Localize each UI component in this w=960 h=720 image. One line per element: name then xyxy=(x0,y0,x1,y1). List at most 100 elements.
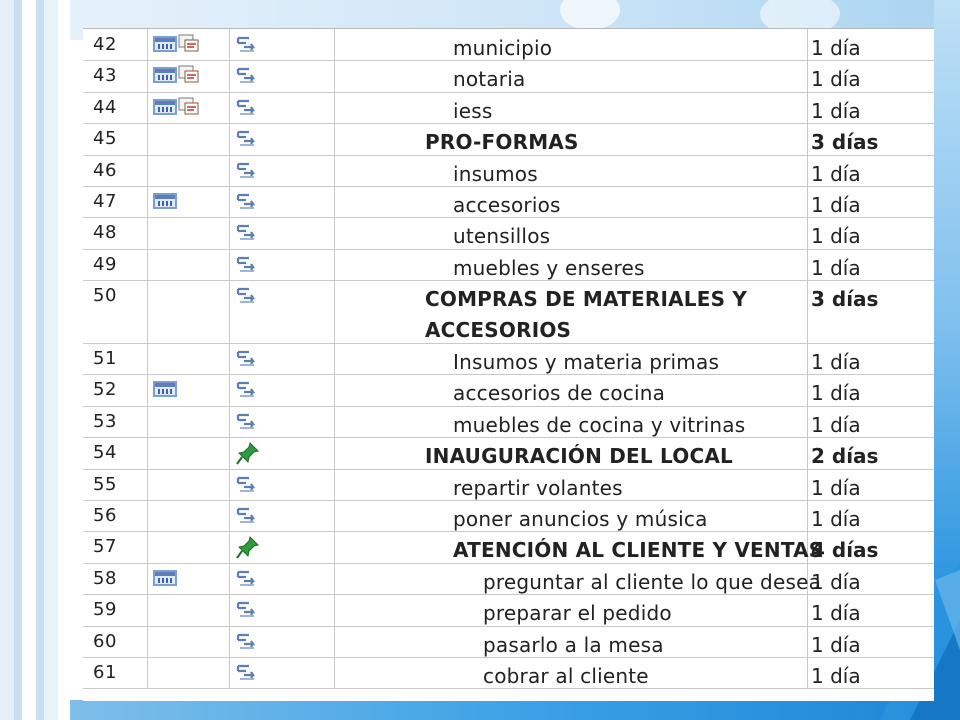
task-row[interactable]: 46 insumos 1 día xyxy=(83,154,934,187)
indicators-cell[interactable] xyxy=(148,500,230,532)
task-row[interactable]: 59 preparar el pedido 1 día xyxy=(83,594,934,627)
task-row[interactable]: 44 iess 1 día xyxy=(83,91,934,125)
task-row[interactable]: 60 pasarlo a la mesa 1 día xyxy=(83,625,934,658)
task-mode-cell[interactable] xyxy=(230,562,335,595)
task-row[interactable]: 42 municipio 1 día xyxy=(83,29,934,62)
task-name-cell[interactable]: INAUGURACIÓN DEL LOCAL xyxy=(335,437,808,469)
task-mode-cell[interactable] xyxy=(230,217,335,249)
duration-cell[interactable]: 1 día xyxy=(808,469,934,500)
task-row[interactable]: 51 Insumos y materia primas 1 día xyxy=(83,343,934,376)
task-id-cell[interactable]: 51 xyxy=(83,343,148,375)
duration-cell[interactable]: 1 día xyxy=(808,155,934,186)
task-mode-cell[interactable] xyxy=(230,657,335,689)
task-name-cell[interactable]: municipio xyxy=(335,29,808,61)
duration-cell[interactable]: 3 días xyxy=(808,123,934,154)
task-name-cell[interactable]: muebles de cocina y vitrinas xyxy=(335,405,808,438)
duration-cell[interactable]: 1 día xyxy=(808,626,934,657)
task-id-cell[interactable]: 56 xyxy=(83,500,148,532)
task-id-cell[interactable]: 49 xyxy=(83,248,148,281)
indicators-cell[interactable] xyxy=(148,594,230,626)
indicators-cell[interactable] xyxy=(148,625,230,657)
task-row[interactable]: 47 accesorios 1 día xyxy=(83,186,934,219)
task-name-cell[interactable]: poner anuncios y música xyxy=(335,500,808,532)
indicators-cell[interactable] xyxy=(148,248,230,281)
task-id-cell[interactable]: 60 xyxy=(83,625,148,657)
task-row[interactable]: 58 preguntar al cliente lo que desea 1 día xyxy=(83,562,934,596)
task-row[interactable]: 48 utensillos 1 día xyxy=(83,217,934,250)
task-name-cell[interactable]: ATENCIÓN AL CLIENTE Y VENTAS xyxy=(335,531,823,563)
duration-cell[interactable]: 1 día xyxy=(808,92,934,123)
indicators-cell[interactable] xyxy=(148,468,230,500)
duration-cell[interactable]: 1 día xyxy=(808,500,934,531)
duration-cell[interactable]: 1 día xyxy=(808,594,934,625)
indicators-cell[interactable] xyxy=(148,437,230,469)
indicators-cell[interactable] xyxy=(148,374,230,406)
indicators-cell[interactable] xyxy=(148,657,230,689)
task-row[interactable]: 52 accesorios de cocina 1 día xyxy=(83,374,934,407)
task-mode-cell[interactable] xyxy=(230,405,335,438)
task-row[interactable]: 49 muebles y enseres 1 día xyxy=(83,248,934,282)
task-mode-cell[interactable] xyxy=(230,29,335,61)
duration-cell[interactable]: 1 día xyxy=(808,657,934,688)
task-row[interactable]: 53 muebles de cocina y vitrinas 1 día xyxy=(83,405,934,439)
indicators-cell[interactable] xyxy=(148,154,230,186)
task-name-cell[interactable]: PRO-FORMAS xyxy=(335,123,808,155)
indicators-cell[interactable] xyxy=(148,343,230,375)
task-name-cell[interactable]: cobrar al cliente xyxy=(335,657,808,689)
duration-cell[interactable]: 1 día xyxy=(808,343,934,374)
task-id-cell[interactable]: 55 xyxy=(83,468,148,500)
task-id-cell[interactable]: 44 xyxy=(83,91,148,124)
task-id-cell[interactable]: 50 xyxy=(83,280,148,343)
task-row[interactable]: 57 ATENCIÓN AL CLIENTE Y VENTAS 4 días xyxy=(83,531,934,564)
task-id-cell[interactable]: 59 xyxy=(83,594,148,626)
task-name-cell[interactable]: utensillos xyxy=(335,217,808,249)
task-name-cell[interactable]: pasarlo a la mesa xyxy=(335,625,808,657)
duration-cell[interactable]: 2 días xyxy=(808,437,934,468)
task-mode-cell[interactable] xyxy=(230,123,335,155)
task-mode-cell[interactable] xyxy=(230,248,335,281)
task-id-cell[interactable]: 45 xyxy=(83,123,148,155)
task-name-cell[interactable]: COMPRAS DE MATERIALES Y ACCESORIOS xyxy=(335,280,808,343)
task-name-cell[interactable]: accesorios de cocina xyxy=(335,374,808,406)
indicators-cell[interactable] xyxy=(148,186,230,218)
duration-cell[interactable]: 1 día xyxy=(808,186,934,217)
indicators-cell[interactable] xyxy=(148,123,230,155)
task-id-cell[interactable]: 47 xyxy=(83,186,148,218)
indicators-cell[interactable] xyxy=(148,531,230,563)
task-row[interactable]: 50 COMPRAS DE MATERIALES Y ACCESORIOS 3 dí… xyxy=(83,280,934,344)
task-row[interactable]: 43 notaria 1 día xyxy=(83,60,934,93)
task-name-cell[interactable]: notaria xyxy=(335,60,808,92)
indicators-cell[interactable] xyxy=(148,280,230,343)
indicators-cell[interactable] xyxy=(148,405,230,438)
task-mode-cell[interactable] xyxy=(230,468,335,500)
task-row[interactable]: 54 INAUGURACIÓN DEL LOCAL 2 días xyxy=(83,437,934,470)
duration-cell[interactable]: 1 día xyxy=(808,249,934,280)
task-mode-cell[interactable] xyxy=(230,625,335,657)
task-id-cell[interactable]: 46 xyxy=(83,154,148,186)
task-id-cell[interactable]: 58 xyxy=(83,562,148,595)
task-mode-cell[interactable] xyxy=(230,594,335,626)
task-mode-cell[interactable] xyxy=(230,437,335,469)
task-row[interactable]: 45 PRO-FORMAS 3 días xyxy=(83,123,934,156)
task-mode-cell[interactable] xyxy=(230,343,335,375)
task-mode-cell[interactable] xyxy=(230,280,335,343)
duration-cell[interactable]: 4 días xyxy=(808,531,934,562)
task-name-cell[interactable]: muebles y enseres xyxy=(335,248,808,281)
task-id-cell[interactable]: 52 xyxy=(83,374,148,406)
task-row[interactable]: 61 cobrar al cliente 1 día xyxy=(83,657,934,690)
duration-cell[interactable]: 1 día xyxy=(808,29,934,60)
duration-cell[interactable]: 1 día xyxy=(808,60,934,91)
task-mode-cell[interactable] xyxy=(230,531,335,563)
indicators-cell[interactable] xyxy=(148,60,230,92)
task-id-cell[interactable]: 54 xyxy=(83,437,148,469)
task-mode-cell[interactable] xyxy=(230,60,335,92)
task-id-cell[interactable]: 57 xyxy=(83,531,148,563)
task-mode-cell[interactable] xyxy=(230,154,335,186)
indicators-cell[interactable] xyxy=(148,217,230,249)
task-name-cell[interactable]: iess xyxy=(335,91,808,124)
duration-cell[interactable]: 1 día xyxy=(808,217,934,248)
task-mode-cell[interactable] xyxy=(230,374,335,406)
task-mode-cell[interactable] xyxy=(230,500,335,532)
task-id-cell[interactable]: 43 xyxy=(83,60,148,92)
task-name-cell[interactable]: accesorios xyxy=(335,186,808,218)
